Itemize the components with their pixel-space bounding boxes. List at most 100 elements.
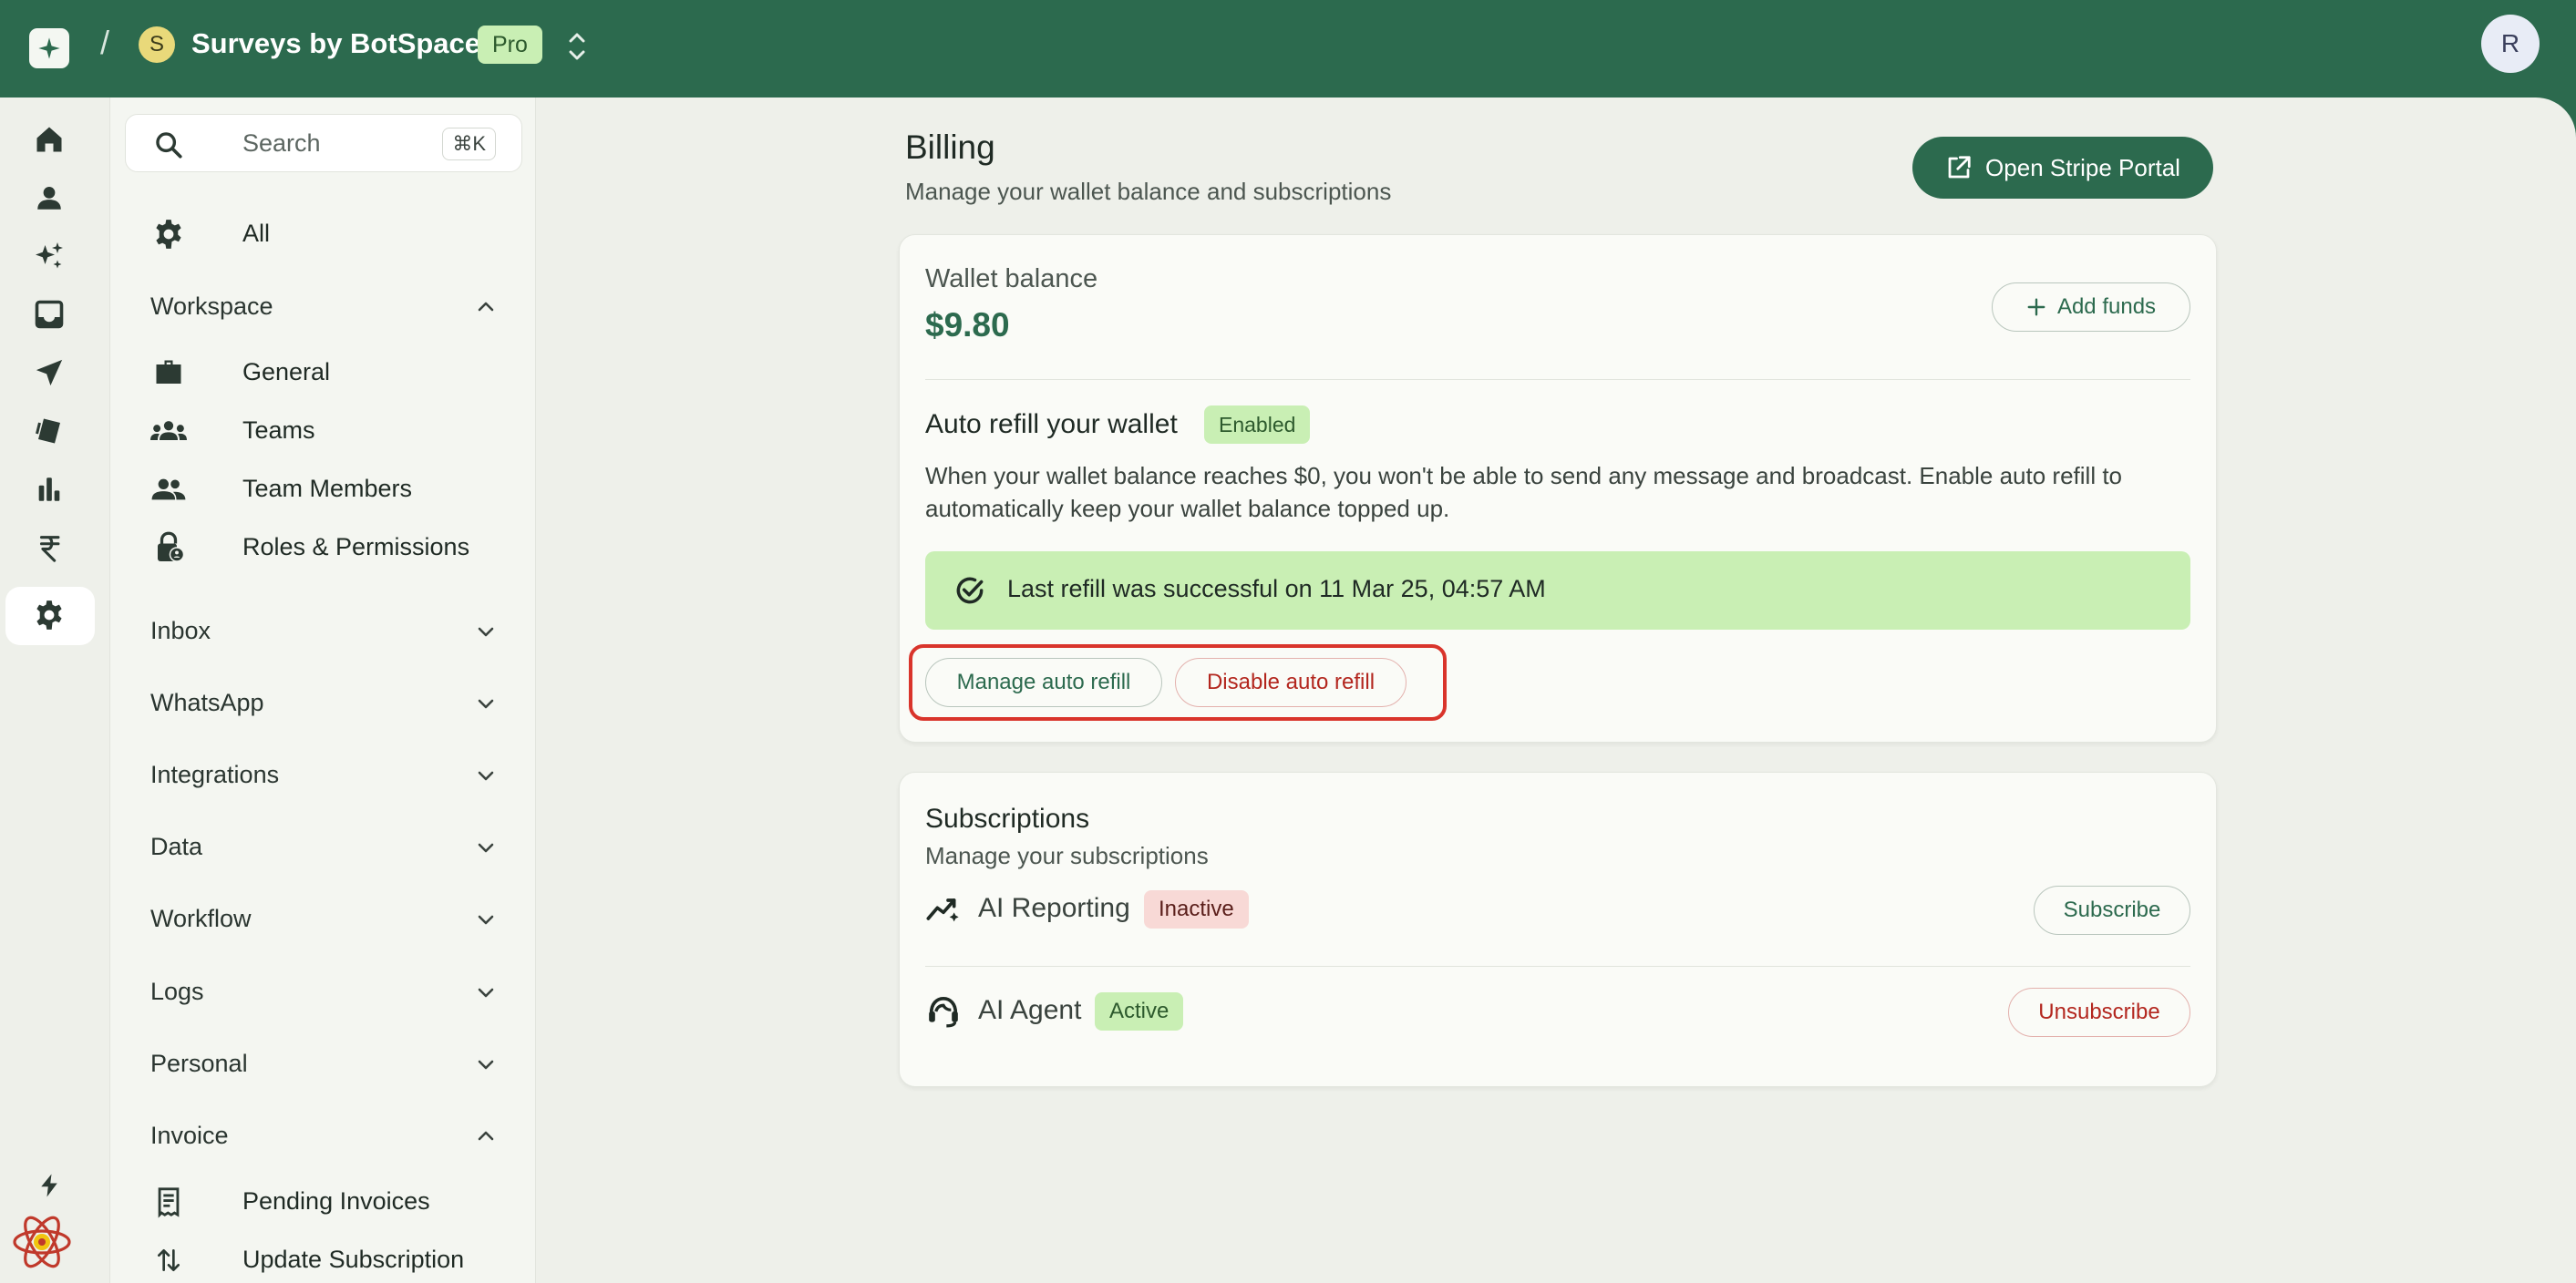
chevron-down-icon	[475, 693, 497, 714]
swap-vert-icon	[150, 1242, 187, 1278]
plan-badge: Pro	[478, 26, 542, 64]
receipt-icon	[150, 1184, 187, 1220]
sidebar-item-label: Teams	[242, 416, 315, 444]
workspace-switcher-icon[interactable]	[563, 27, 591, 66]
sidebar-group-integrations[interactable]: Integrations	[110, 750, 537, 801]
unsubscribe-button[interactable]: Unsubscribe	[2008, 988, 2190, 1037]
last-refill-text: Last refill was successful on 11 Mar 25,…	[1007, 575, 1546, 602]
sidebar-item-general[interactable]: General	[110, 347, 537, 398]
sidebar-item-label: All	[242, 220, 271, 247]
sidebar-item-all[interactable]: All	[110, 209, 537, 260]
home-icon[interactable]	[27, 118, 71, 161]
react-logo-icon[interactable]	[9, 1209, 75, 1275]
add-funds-button[interactable]: Add funds	[1992, 282, 2190, 332]
chevron-down-icon	[475, 908, 497, 930]
external-link-icon	[1945, 154, 1973, 181]
chevron-up-icon	[475, 1125, 497, 1147]
button-label: Open Stripe Portal	[1985, 153, 2180, 181]
icon-rail	[0, 98, 109, 1283]
workspace-name[interactable]: Surveys by BotSpace	[191, 27, 480, 60]
sidebar-group-label: Workflow	[150, 905, 252, 932]
sidebar-group-label: Inbox	[150, 617, 211, 644]
chevron-down-icon	[475, 621, 497, 642]
gear-icon[interactable]	[27, 593, 71, 637]
check-circle-icon	[953, 573, 987, 608]
trending-chart-icon	[925, 891, 962, 928]
chevron-down-icon	[475, 837, 497, 858]
sidebar-group-label: WhatsApp	[150, 689, 264, 716]
groups-icon	[150, 413, 187, 449]
auto-refill-title: Auto refill your wallet	[925, 409, 1178, 439]
top-bar: / S Surveys by BotSpace Pro R	[0, 0, 2576, 98]
chevron-up-icon	[475, 296, 497, 318]
page-subtitle: Manage your wallet balance and subscript…	[905, 178, 1392, 205]
status-badge: Enabled	[1204, 405, 1311, 444]
sidebar-item-label: Update Subscription	[242, 1246, 465, 1273]
search-label: Search	[242, 129, 321, 157]
workspace-avatar: S	[139, 26, 175, 63]
subscribe-button[interactable]: Subscribe	[2034, 886, 2190, 935]
sparkles-icon[interactable]	[27, 234, 71, 278]
sidebar-group-whatsapp[interactable]: WhatsApp	[110, 678, 537, 729]
tags-icon[interactable]	[27, 409, 71, 453]
subscription-name: AI Reporting	[978, 893, 1130, 923]
rupee-icon[interactable]	[27, 526, 71, 570]
sidebar-group-label: Invoice	[150, 1122, 229, 1149]
subscription-name: AI Agent	[978, 995, 1082, 1025]
app-logo-icon[interactable]	[29, 28, 69, 68]
briefcase-icon	[150, 354, 187, 391]
subscriptions-subtitle: Manage your subscriptions	[925, 842, 1209, 869]
search-box[interactable]: Search ⌘K	[125, 114, 522, 172]
sidebar-group-label: Data	[150, 833, 203, 860]
wallet-balance-label: Wallet balance	[925, 264, 1098, 293]
sidebar-group-label: Personal	[150, 1050, 248, 1077]
sidebar-item-label: Roles & Permissions	[242, 533, 470, 560]
sidebar-item-label: General	[242, 358, 331, 385]
subscriptions-card: Subscriptions Manage your subscriptions …	[899, 772, 2217, 1087]
sidebar-item-update-subscription[interactable]: Update Subscription	[110, 1235, 537, 1283]
status-badge: Inactive	[1144, 890, 1249, 929]
bolt-icon[interactable]	[27, 1164, 71, 1207]
sidebar-group-logs[interactable]: Logs	[110, 967, 537, 1018]
sidebar-group-workflow[interactable]: Workflow	[110, 894, 537, 945]
sidebar-item-team-members[interactable]: Team Members	[110, 464, 537, 515]
bar-chart-icon[interactable]	[27, 467, 71, 511]
manage-auto-refill-button[interactable]: Manage auto refill	[925, 658, 1162, 707]
sidebar-item-pending-invoices[interactable]: Pending Invoices	[110, 1176, 537, 1227]
search-shortcut: ⌘K	[442, 128, 496, 160]
disable-auto-refill-button[interactable]: Disable auto refill	[1175, 658, 1406, 707]
chevron-down-icon	[475, 981, 497, 1003]
people-icon	[150, 471, 187, 508]
divider	[925, 966, 2190, 967]
sidebar-item-label: Team Members	[242, 475, 413, 502]
wallet-balance-value: $9.80	[925, 306, 1010, 344]
support-agent-icon	[925, 993, 962, 1030]
sidebar-group-invoice[interactable]: Invoice	[110, 1111, 537, 1162]
sidebar-group-personal[interactable]: Personal	[110, 1039, 537, 1090]
sidebar-group-inbox[interactable]: Inbox	[110, 606, 537, 657]
chevron-down-icon	[475, 765, 497, 786]
sidebar-group-label: Logs	[150, 978, 204, 1005]
lock-person-icon	[150, 529, 187, 566]
settings-sidebar: Search ⌘K All Workspace General Teams Te…	[109, 98, 536, 1283]
wallet-card: Wallet balance $9.80 Add funds Auto refi…	[899, 234, 2217, 743]
send-icon[interactable]	[27, 351, 71, 395]
sidebar-item-teams[interactable]: Teams	[110, 405, 537, 457]
sidebar-item-roles-permissions[interactable]: Roles & Permissions	[110, 522, 537, 573]
open-stripe-portal-button[interactable]: Open Stripe Portal	[1912, 137, 2213, 199]
billing-page: Billing Manage your wallet balance and s…	[536, 98, 2576, 1283]
chevron-down-icon	[475, 1053, 497, 1075]
inbox-icon[interactable]	[27, 293, 71, 336]
breadcrumb-separator: /	[100, 24, 110, 61]
auto-refill-description: When your wallet balance reaches $0, you…	[925, 462, 2122, 522]
person-icon[interactable]	[27, 176, 71, 220]
sidebar-group-data[interactable]: Data	[110, 822, 537, 873]
sidebar-group-workspace[interactable]: Workspace	[110, 282, 537, 333]
sidebar-group-label: Workspace	[150, 293, 273, 320]
subscriptions-title: Subscriptions	[925, 804, 1090, 834]
sidebar-item-label: Pending Invoices	[242, 1187, 430, 1215]
user-avatar[interactable]: R	[2481, 15, 2540, 73]
search-icon	[153, 129, 184, 160]
gear-icon	[150, 216, 187, 252]
status-badge: Active	[1095, 992, 1184, 1031]
